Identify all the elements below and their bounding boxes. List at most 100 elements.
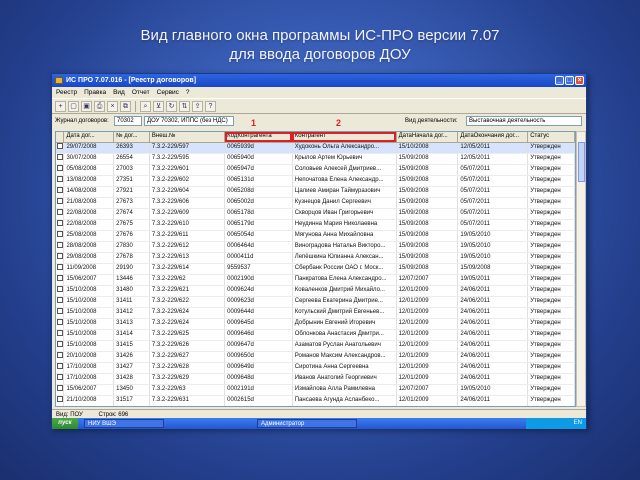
journal-code-field[interactable]: 70302: [114, 116, 142, 126]
row-checkbox[interactable]: [56, 296, 65, 308]
row-checkbox[interactable]: [56, 164, 65, 176]
column-header[interactable]: Внеш.№: [149, 132, 226, 143]
column-header[interactable]: Статус: [527, 132, 575, 143]
table-cell: 29/08/2008: [63, 252, 115, 264]
toolbar: + ▢ ▣ ⎙ × ⧉ ⌕ ⊻ ↻ ⇅ ⇪?: [52, 98, 586, 114]
row-checkbox[interactable]: [56, 230, 65, 242]
scrollbar-thumb[interactable]: [578, 142, 585, 182]
table-row[interactable]: 28/08/2008 27830 7.3.2-229/612 0006464d Вино…: [56, 241, 575, 253]
table-cell: Коваленков Дмитрий Михайло...: [292, 285, 397, 297]
row-checkbox[interactable]: [56, 274, 65, 286]
window-titlebar[interactable]: ИС ПРО 7.07.016 - [Реестр договоров] _ □…: [52, 74, 586, 87]
table-row[interactable]: 05/08/2008 27003 7.3.2-229/601 0065947d Соло…: [56, 164, 575, 176]
taskbar-item-2[interactable]: Администратор: [257, 419, 357, 428]
vertical-scrollbar[interactable]: [576, 131, 586, 407]
table-row[interactable]: 13/08/2008 27351 7.3.2-229/602 0065131d Непо…: [56, 175, 575, 187]
menu-item-0[interactable]: Реестр: [56, 89, 77, 96]
refresh-icon[interactable]: ↻: [166, 101, 177, 112]
row-checkbox[interactable]: [56, 219, 65, 231]
row-checkbox[interactable]: [56, 252, 65, 264]
new-icon[interactable]: +: [55, 101, 66, 112]
row-checkbox[interactable]: [56, 373, 65, 385]
delete-icon[interactable]: ×: [107, 101, 118, 112]
start-button[interactable]: пуск: [52, 418, 78, 429]
close-button[interactable]: ×: [575, 76, 584, 85]
table-row[interactable]: 15/10/2008 31411 7.3.2-229/622 0009623d Серг…: [56, 296, 575, 308]
column-header[interactable]: Контрагент: [292, 132, 397, 143]
table-row[interactable]: 20/10/2008 31426 7.3.2-229/627 0009650d Рома…: [56, 351, 575, 363]
column-header[interactable]: Дата дог...: [63, 132, 115, 143]
table-row[interactable]: 30/07/2008 26554 7.3.2-229/595 0065940d Крыл…: [56, 153, 575, 165]
table-row[interactable]: 15/10/2008 31414 7.3.2-229/625 0009646d Обло…: [56, 329, 575, 341]
table-row[interactable]: 15/10/2008 31415 7.3.2-229/626 0009647d Азам…: [56, 340, 575, 352]
table-cell: Утвержден: [527, 329, 575, 341]
table-row[interactable]: 15/06/2007 13446 7.3.2-229/62 0002190d Панкр…: [56, 274, 575, 286]
table-row[interactable]: 29/08/2008 27678 7.3.2-229/613 0000411d Лепё…: [56, 252, 575, 264]
menu-item-2[interactable]: Вид: [113, 89, 125, 96]
activity-field[interactable]: Выставочная деятельность: [466, 116, 582, 126]
table-row[interactable]: 15/06/2007 13450 7.3.2-229/63 0002191d Измай…: [56, 384, 575, 396]
row-checkbox[interactable]: [56, 406, 64, 407]
taskbar-item-1[interactable]: НИУ ВШЭ: [84, 419, 164, 428]
table-row[interactable]: 15/10/2008 31412 7.3.2-229/624 0009644d Коту…: [56, 307, 575, 319]
row-checkbox[interactable]: [56, 340, 65, 352]
row-checkbox[interactable]: [56, 175, 65, 187]
table-row[interactable]: 22/08/2008 27675 7.3.2-229/610 0065179d Неуд…: [56, 219, 575, 231]
row-checkbox[interactable]: [56, 208, 65, 220]
table-cell: 7.3.2-229/624: [149, 307, 226, 319]
column-header[interactable]: № дог...: [113, 132, 150, 143]
row-checkbox[interactable]: [56, 329, 65, 341]
menu-item-3[interactable]: Отчет: [132, 89, 150, 96]
table-row[interactable]: 21/10/2008 31517 7.3.2-229/631 0002615d Панс…: [56, 395, 575, 406]
row-checkbox[interactable]: [56, 186, 65, 198]
row-checkbox[interactable]: [56, 318, 65, 330]
select-column-header[interactable]: [56, 132, 65, 143]
row-checkbox[interactable]: [56, 395, 65, 406]
menu-item-5[interactable]: ?: [186, 89, 190, 96]
row-checkbox[interactable]: [56, 142, 65, 154]
table-cell: 13446: [113, 274, 150, 286]
row-checkbox[interactable]: [56, 384, 65, 396]
filter-icon[interactable]: ⊻: [153, 101, 164, 112]
row-checkbox[interactable]: [56, 362, 65, 374]
table-row[interactable]: 22/08/2008 27674 7.3.2-229/609 0065178d Скво…: [56, 208, 575, 220]
table-row[interactable]: 25/08/2008 27676 7.3.2-229/611 0065054d Мягу…: [56, 230, 575, 242]
column-header[interactable]: ДатаОкончания дог...: [457, 132, 529, 143]
table-cell: Непочатова Елена Александр...: [292, 175, 397, 187]
row-checkbox[interactable]: [56, 241, 65, 253]
system-tray-lang[interactable]: EN: [526, 418, 586, 429]
table-cell: 12/01/2009: [396, 395, 459, 406]
save-icon[interactable]: ▣: [81, 101, 92, 112]
row-checkbox[interactable]: [56, 197, 65, 209]
copy-icon[interactable]: ⧉: [120, 101, 131, 112]
menu-item-1[interactable]: Правка: [84, 89, 106, 96]
table-row[interactable]: 21/08/2008 27673 7.3.2-229/606 0065002d Кузн…: [56, 197, 575, 209]
row-checkbox[interactable]: [56, 263, 65, 275]
row-checkbox[interactable]: [56, 307, 65, 319]
maximize-button[interactable]: □: [565, 76, 574, 85]
table-cell: 15/10/2008: [63, 296, 115, 308]
find-icon[interactable]: ⌕: [140, 101, 151, 112]
table-row[interactable]: 11/09/2008 29190 7.3.2-229/614 9559537 Сберб…: [56, 263, 575, 275]
row-checkbox[interactable]: [56, 153, 65, 165]
table-row[interactable]: 15/10/2008 31480 7.3.2-229/621 0009624d Кова…: [56, 285, 575, 297]
sort-icon[interactable]: ⇅: [179, 101, 190, 112]
table-row[interactable]: 17/10/2008 31428 7.3.2-229/629 0009648d Иван…: [56, 373, 575, 385]
column-header[interactable]: ДатаНачала дог...: [396, 132, 459, 143]
table-row[interactable]: 17/10/2008 31427 7.3.2-229/628 0009649d Сиро…: [56, 362, 575, 374]
menu-item-4[interactable]: Сервис: [157, 89, 179, 96]
help-icon[interactable]: ?: [205, 101, 216, 112]
column-header[interactable]: КодКонтрагента: [224, 132, 293, 143]
table-cell: 27351: [113, 175, 150, 187]
table-row[interactable]: 15/10/2008 31413 7.3.2-229/624 0009645d Добр…: [56, 318, 575, 330]
journal-name-field[interactable]: ДОУ 70302, ИППС (без НДС): [144, 116, 234, 126]
print-icon[interactable]: ⎙: [94, 101, 105, 112]
table-row[interactable]: 29/07/2008 26393 7.3.2-229/597 0065939d Худо…: [56, 142, 575, 154]
row-checkbox[interactable]: [56, 285, 65, 297]
export-icon[interactable]: ⇪: [192, 101, 203, 112]
table-row[interactable]: 21/10/2008315447.3.2-229/6330009676dКорч…: [56, 406, 575, 407]
minimize-button[interactable]: _: [555, 76, 564, 85]
row-checkbox[interactable]: [56, 351, 65, 363]
open-icon[interactable]: ▢: [68, 101, 79, 112]
table-row[interactable]: 14/08/2008 27921 7.3.2-229/604 0065208d Цали…: [56, 186, 575, 198]
